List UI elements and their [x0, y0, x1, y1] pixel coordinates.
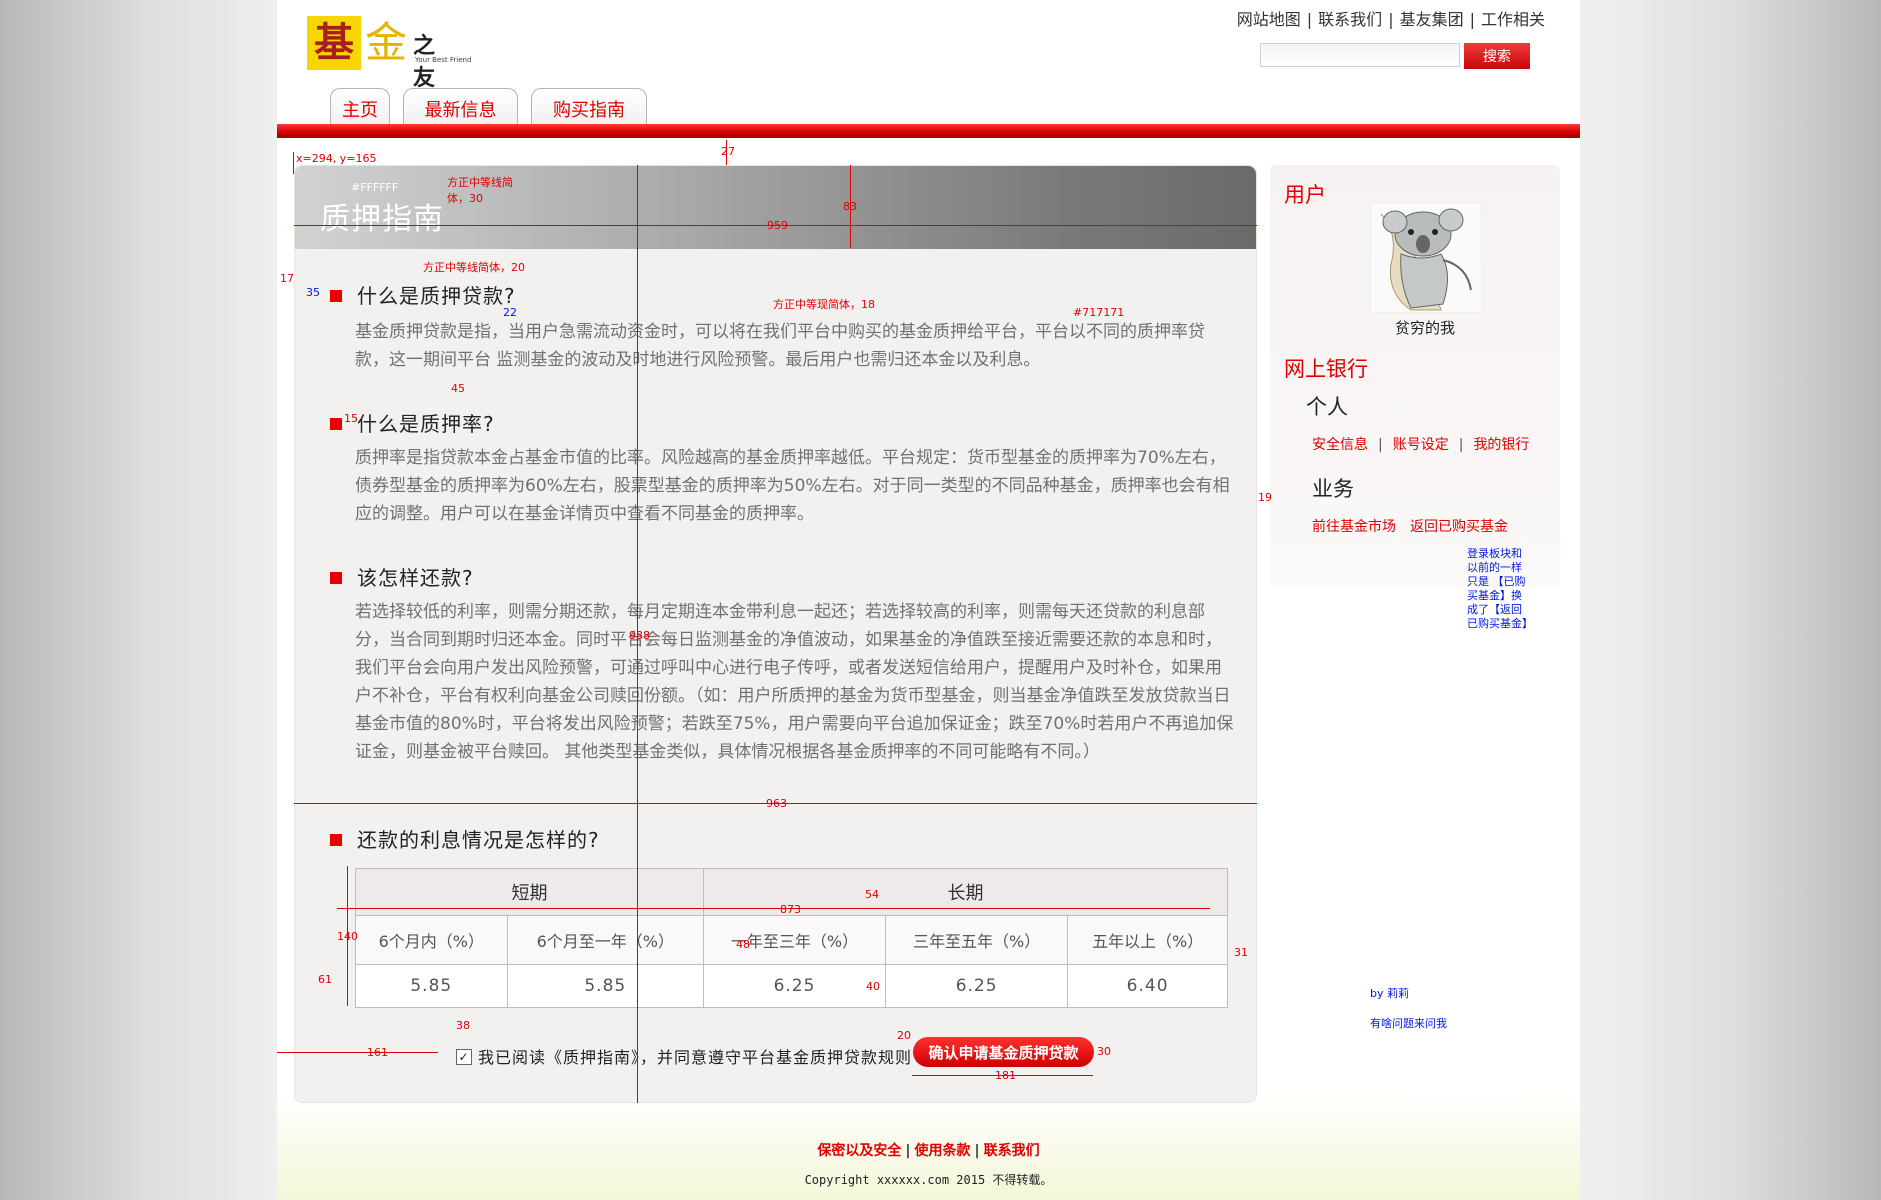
dim-label: 17 [280, 272, 294, 285]
dim-label: 15 [344, 412, 358, 425]
table-cell: 5.85 [506, 964, 704, 1008]
color-white-annotation: #FFFFFF [351, 181, 399, 194]
agree-label: 我已阅读《质押指南》，并同意遵守平台基金质押贷款规则 [478, 1048, 913, 1067]
tab-buy-guide[interactable]: 购买指南 [531, 88, 647, 126]
table-header: 6个月至一年（%） [506, 915, 704, 965]
section-body: 质押率是指贷款本金占基金市值的比率。风险越高的基金质押率越低。平台规定：货币型基… [355, 448, 1230, 524]
table-header: 五年以上（%） [1067, 915, 1228, 965]
personal-heading: 个人 [1306, 395, 1348, 419]
dim-label: 959 [767, 219, 788, 232]
dim-label: 83 [843, 200, 857, 213]
search-button[interactable]: 搜索 [1464, 43, 1530, 69]
user-name: 贫穷的我 [1394, 319, 1455, 337]
page: 基 金 之友 Your Best Friend 网站地图 | 联系我们 | 基友集团 | 工… [277, 0, 1580, 1200]
logo-char-ji: 基 [307, 16, 361, 70]
footer-link-privacy[interactable]: 保密以及安全 [817, 1143, 901, 1159]
logo-char-jin: 金 [365, 18, 408, 67]
top-links: 网站地图 | 联系我们 | 基友集团 | 工作相关 [1236, 10, 1545, 29]
dim-label: 19 [1258, 491, 1272, 504]
link-my-bank[interactable]: 我的银行 [1473, 437, 1529, 453]
personal-links: 安全信息 | 账号设定 | 我的银行 [1312, 437, 1530, 453]
dim-label: 938 [629, 629, 650, 642]
dim-label: 27 [721, 145, 735, 158]
user-sidebar: 用户 贫穷的我 网上银行 个人 安全信息 | 账号设定 | 我的银行 业务 前往基金市场… [1270, 165, 1560, 587]
dim-label: 22 [503, 306, 517, 319]
table-header: 三年至五年（%） [885, 915, 1069, 965]
heading-font-annotation: 方正中等线简体，20 [423, 261, 525, 274]
business-links: 前往基金市场 返回已购买基金 [1312, 516, 1508, 536]
apply-pledge-loan-button[interactable]: 确认申请基金质押贷款 [913, 1037, 1094, 1067]
dim-label: 963 [766, 797, 787, 810]
user-heading: 用户 [1284, 183, 1326, 207]
footer-link-contact[interactable]: 联系我们 [984, 1143, 1040, 1159]
top-link-sitemap[interactable]: 网站地图 [1237, 10, 1301, 29]
footer-link-terms[interactable]: 使用条款 [915, 1143, 971, 1159]
dim-label: 38 [456, 1019, 470, 1032]
dim-label: 54 [865, 888, 879, 901]
table-cell: 6.40 [1067, 964, 1228, 1008]
body-color-annotation: #717171 [1073, 306, 1125, 319]
interest-rate-table: 短期 长期 6个月内（%） 6个月至一年（%） 一年至三年（%） 三年至五年（%… [355, 868, 1229, 1008]
agree-row: ✓ 我已阅读《质押指南》，并同意遵守平台基金质押贷款规则 [456, 1044, 912, 1068]
avatar[interactable] [1370, 203, 1482, 313]
copyright: Copyright xxxxxx.com 2015 不得转载。 [804, 1173, 1053, 1187]
koala-avatar-icon [1371, 204, 1481, 312]
author-annotation: by 莉莉 [1370, 987, 1409, 1000]
dim-label: 48 [736, 938, 750, 951]
nav-red-bar [277, 124, 1580, 138]
page-title: 质押指南 [320, 202, 444, 237]
title-font-annotation: 方正中等线简体，30 [447, 176, 513, 205]
tab-home[interactable]: 主页 [330, 88, 390, 126]
dim-label: 20 [897, 1029, 911, 1042]
dim-label: 61 [318, 973, 332, 986]
dim-label: 30 [1097, 1045, 1111, 1058]
dim-label: 181 [995, 1069, 1016, 1082]
table-header: 6个月内（%） [355, 915, 508, 965]
section-body: 基金质押贷款是指，当用户急需流动资金时，可以将在我们平台中购买的基金质押给平台，… [355, 322, 1205, 370]
table-cell: 6.25 [885, 964, 1069, 1008]
dim-label: 35 [306, 286, 320, 299]
top-link-contact[interactable]: 联系我们 [1318, 10, 1382, 29]
section-heading: 什么是质押贷款? [330, 280, 516, 309]
footer-links: 保密以及安全 | 使用条款 | 联系我们 [817, 1143, 1040, 1159]
login-note-annotation: 登录板块和以前的一样只是 【已购买基金】换成了【返回已购买基金】 [1467, 547, 1533, 630]
link-purchased-funds[interactable]: 返回已购买基金 [1410, 519, 1508, 535]
top-link-jobs[interactable]: 工作相关 [1481, 10, 1545, 29]
bullet-square-icon [330, 833, 342, 846]
coord-tick [293, 152, 294, 174]
section-heading: 还款的利息情况是怎样的? [330, 824, 600, 853]
table-cell: 5.85 [355, 964, 508, 1008]
section-heading: 该怎样还款? [330, 562, 474, 591]
bullet-square-icon [330, 571, 342, 584]
section-body: 若选择较低的利率，则需分期还款，每月定期连本金带利息一起还；若选择较高的利率，则… [355, 602, 1234, 762]
link-fund-market[interactable]: 前往基金市场 [1312, 519, 1396, 535]
table-header: 一年至三年（%） [702, 915, 887, 965]
body-font-annotation: 方正中等现简体，18 [773, 298, 875, 311]
link-account-settings[interactable]: 账号设定 [1393, 437, 1449, 453]
panel-title-bar: 质押指南 [295, 166, 1256, 249]
measure-line-161 [277, 1052, 438, 1053]
tab-news[interactable]: 最新信息 [403, 88, 518, 126]
measure-line-873 [337, 908, 1210, 909]
bullet-square-icon [330, 289, 342, 302]
dim-label: 873 [780, 903, 801, 916]
top-link-group[interactable]: 基友集团 [1400, 10, 1464, 29]
dim-label: 140 [337, 930, 358, 943]
logo-tagline: Your Best Friend [415, 56, 472, 64]
link-security-info[interactable]: 安全信息 [1312, 437, 1368, 453]
dim-label: 31 [1234, 946, 1248, 959]
online-bank-heading: 网上银行 [1284, 357, 1368, 381]
dim-label: 40 [866, 980, 880, 993]
bullet-square-icon [330, 417, 342, 430]
business-heading: 业务 [1312, 477, 1354, 501]
dim-label: 45 [451, 382, 465, 395]
search-input[interactable] [1260, 43, 1460, 67]
dim-label: 161 [367, 1046, 388, 1059]
coord-annotation: x=294, y=165 [296, 152, 377, 165]
ask-annotation: 有啥问题来问我 [1370, 1017, 1447, 1030]
table-cell: 6.25 [702, 964, 887, 1008]
agree-checkbox[interactable]: ✓ [456, 1048, 472, 1065]
